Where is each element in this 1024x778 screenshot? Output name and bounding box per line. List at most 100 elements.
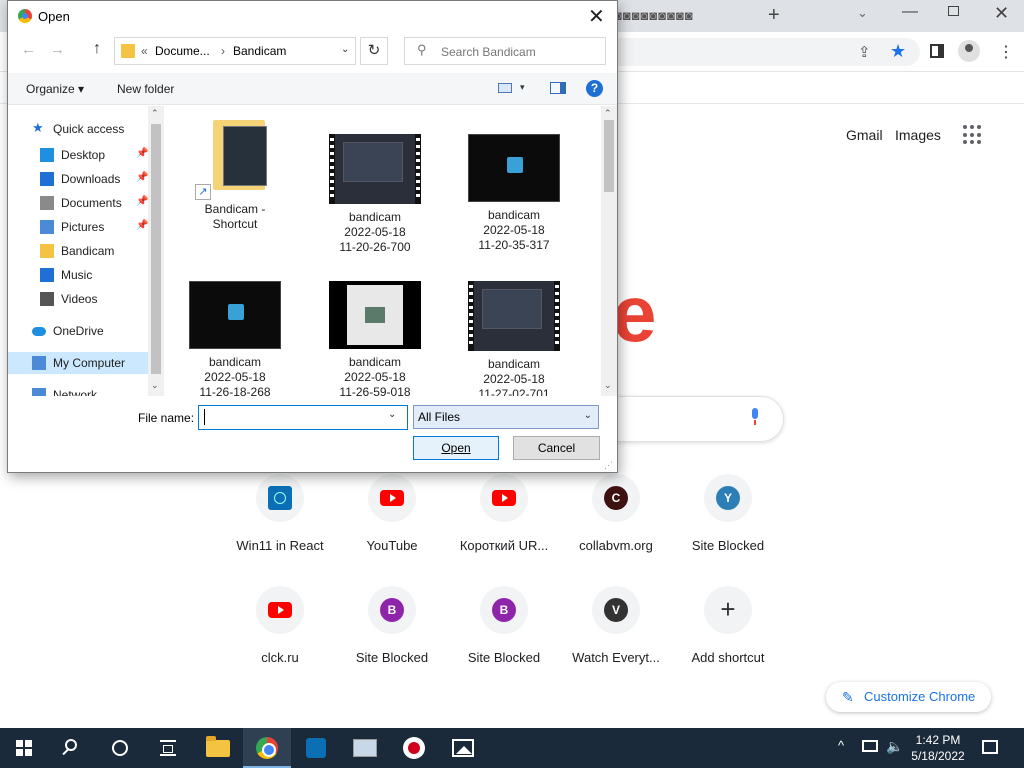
scroll-down-icon[interactable]: ⌄ bbox=[151, 380, 159, 391]
ntp-shortcut[interactable]: clck.ru bbox=[224, 586, 336, 665]
scroll-up-icon[interactable]: ⌃ bbox=[604, 108, 612, 119]
scroll-down-icon[interactable]: ⌄ bbox=[604, 380, 612, 391]
cortana-button[interactable] bbox=[96, 728, 144, 768]
nav-item[interactable]: Downloads 📌 bbox=[8, 168, 150, 190]
nav-item[interactable]: Music bbox=[8, 264, 150, 286]
nav-item[interactable]: Pictures 📌 bbox=[8, 216, 150, 238]
tab-favicons[interactable]: ◙◙◙◙◙◙◙◙◙ bbox=[614, 8, 694, 23]
share-icon[interactable]: ⇪ bbox=[858, 43, 871, 61]
new-tab-button[interactable]: + bbox=[768, 4, 780, 27]
vm-taskbar-button[interactable] bbox=[341, 728, 389, 768]
nav-item[interactable]: Bandicam bbox=[8, 240, 150, 262]
ntp-shortcut[interactable]: Ccollabvm.org bbox=[560, 474, 672, 553]
navigation-scrollbar[interactable]: ⌃ ⌄ bbox=[148, 106, 164, 396]
file-item[interactable]: bandicam 2022-05-18 11-20-35-317 bbox=[454, 134, 574, 253]
ntp-shortcut[interactable]: Короткий UR... bbox=[448, 474, 560, 553]
notifications-icon[interactable] bbox=[982, 740, 998, 754]
side-panel-icon[interactable] bbox=[930, 44, 944, 58]
chevron-down-icon[interactable]: ⌄ bbox=[341, 44, 349, 55]
clock[interactable]: 1:42 PM 5/18/2022 bbox=[906, 732, 970, 764]
file-type-select[interactable]: All Files ⌄ bbox=[413, 405, 599, 429]
customize-chrome-button[interactable]: ✎ Customize Chrome bbox=[826, 682, 991, 712]
file-list: ↗ Bandicam - Shortcut bandicam 2022-05-18 11-… bbox=[165, 106, 617, 396]
ntp-shortcut[interactable]: V Watch Everyt... bbox=[560, 586, 672, 665]
view-dropdown-icon[interactable]: ▾ bbox=[520, 82, 525, 93]
maximize-button[interactable] bbox=[948, 6, 959, 16]
tab-search-button[interactable]: ⌄ bbox=[857, 5, 868, 21]
ntp-shortcut[interactable]: Y Site Blocked bbox=[672, 474, 784, 553]
forward-button[interactable]: → bbox=[50, 41, 65, 58]
photos-taskbar-button[interactable] bbox=[439, 728, 487, 768]
nav-item[interactable]: Network bbox=[8, 384, 150, 396]
cancel-button[interactable]: Cancel bbox=[513, 436, 600, 460]
breadcrumb-documents[interactable]: Docume... bbox=[155, 44, 210, 58]
file-name-line: bandicam bbox=[348, 355, 402, 369]
close-browser-button[interactable]: ✕ bbox=[994, 3, 1009, 24]
file-item[interactable]: bandicam 2022-05-18 11-26-18-268 bbox=[175, 281, 295, 396]
preview-pane-icon[interactable] bbox=[550, 82, 566, 94]
react-app-taskbar-button[interactable] bbox=[292, 728, 340, 768]
nav-item-label: Desktop bbox=[61, 148, 106, 162]
nav-item[interactable]: Videos bbox=[8, 288, 150, 310]
ntp-shortcut[interactable]: + Add shortcut bbox=[672, 586, 784, 665]
nav-item[interactable]: OneDrive bbox=[8, 320, 150, 342]
ntp-shortcut[interactable]: Win11 in React bbox=[224, 474, 336, 553]
nav-item[interactable]: My Computer bbox=[8, 352, 150, 374]
profile-avatar-icon[interactable] bbox=[958, 40, 980, 62]
breadcrumb-bandicam[interactable]: Bandicam bbox=[233, 44, 286, 58]
images-link[interactable]: Images bbox=[895, 127, 941, 143]
minimize-button[interactable]: — bbox=[902, 3, 918, 21]
ntp-shortcut[interactable]: B Site Blocked bbox=[448, 586, 560, 665]
file-list-scrollbar[interactable]: ⌃ ⌄ bbox=[601, 106, 617, 396]
start-button[interactable] bbox=[0, 728, 48, 768]
google-apps-icon[interactable] bbox=[963, 125, 983, 145]
chrome-taskbar-button[interactable] bbox=[243, 728, 291, 768]
task-view-button[interactable] bbox=[144, 728, 192, 768]
refresh-button[interactable]: ↻ bbox=[360, 37, 388, 65]
bookmark-star-icon[interactable]: ★ bbox=[890, 41, 906, 62]
view-mode-icon[interactable] bbox=[498, 83, 512, 93]
open-file-dialog: Open ✕ ← → ↑ « Docume... › Bandicam ⌄ ↻ … bbox=[7, 0, 618, 473]
network-icon[interactable] bbox=[862, 740, 878, 752]
gmail-link[interactable]: Gmail bbox=[846, 127, 883, 143]
file-item[interactable]: bandicam 2022-05-18 11-20-26-700 bbox=[315, 134, 435, 255]
nav-item-label: Bandicam bbox=[61, 244, 115, 258]
ntp-shortcut[interactable]: B Site Blocked bbox=[336, 586, 448, 665]
taskbar-search-button[interactable] bbox=[48, 728, 96, 768]
up-button[interactable]: ↑ bbox=[93, 40, 101, 58]
tray-chevron-icon[interactable]: ^ bbox=[838, 738, 844, 778]
text-caret bbox=[204, 409, 205, 425]
address-bar[interactable]: « Docume... › Bandicam ⌄ bbox=[114, 37, 356, 65]
file-item[interactable]: ↗ Bandicam - Shortcut bbox=[175, 118, 295, 232]
resize-grip-icon[interactable]: ⋰ bbox=[604, 460, 613, 471]
open-button[interactable]: Open bbox=[413, 436, 499, 460]
back-button[interactable]: ← bbox=[21, 41, 36, 58]
search-field[interactable]: ⚲ Search Bandicam bbox=[404, 37, 606, 65]
volume-icon[interactable]: 🔈 bbox=[886, 738, 903, 778]
new-folder-button[interactable]: New folder bbox=[117, 82, 174, 96]
scrollbar-thumb[interactable] bbox=[604, 120, 614, 192]
file-explorer-button[interactable] bbox=[194, 728, 242, 768]
nav-item[interactable]: Documents 📌 bbox=[8, 192, 150, 214]
pin-icon: 📌 bbox=[136, 220, 149, 231]
shortcut-label: YouTube bbox=[366, 538, 418, 553]
file-item[interactable]: bandicam 2022-05-18 11-26-59-018 bbox=[315, 281, 435, 396]
file-item[interactable]: bandicam 2022-05-18 11-27-02-701 bbox=[454, 281, 574, 396]
ntp-shortcut[interactable]: YouTube bbox=[336, 474, 448, 553]
scrollbar-thumb[interactable] bbox=[151, 124, 161, 374]
dialog-close-button[interactable]: ✕ bbox=[588, 4, 605, 29]
video-icon bbox=[40, 292, 54, 306]
scroll-up-icon[interactable]: ⌃ bbox=[151, 108, 159, 119]
microphone-icon[interactable] bbox=[750, 408, 760, 425]
organize-button[interactable]: Organize ▾ bbox=[26, 82, 84, 96]
help-icon[interactable]: ? bbox=[586, 80, 603, 97]
breadcrumb-overflow[interactable]: « bbox=[141, 44, 148, 58]
nav-item[interactable]: Desktop 📌 bbox=[8, 144, 150, 166]
pictures-icon bbox=[40, 220, 54, 234]
nav-item[interactable]: ★ Quick access bbox=[8, 118, 150, 140]
chrome-menu-icon[interactable]: ⋮ bbox=[998, 42, 1014, 62]
file-name-input[interactable] bbox=[198, 405, 408, 430]
search-placeholder: Search Bandicam bbox=[441, 45, 536, 59]
bandicam-taskbar-button[interactable] bbox=[390, 728, 438, 768]
chevron-down-icon[interactable]: ⌄ bbox=[388, 409, 396, 420]
